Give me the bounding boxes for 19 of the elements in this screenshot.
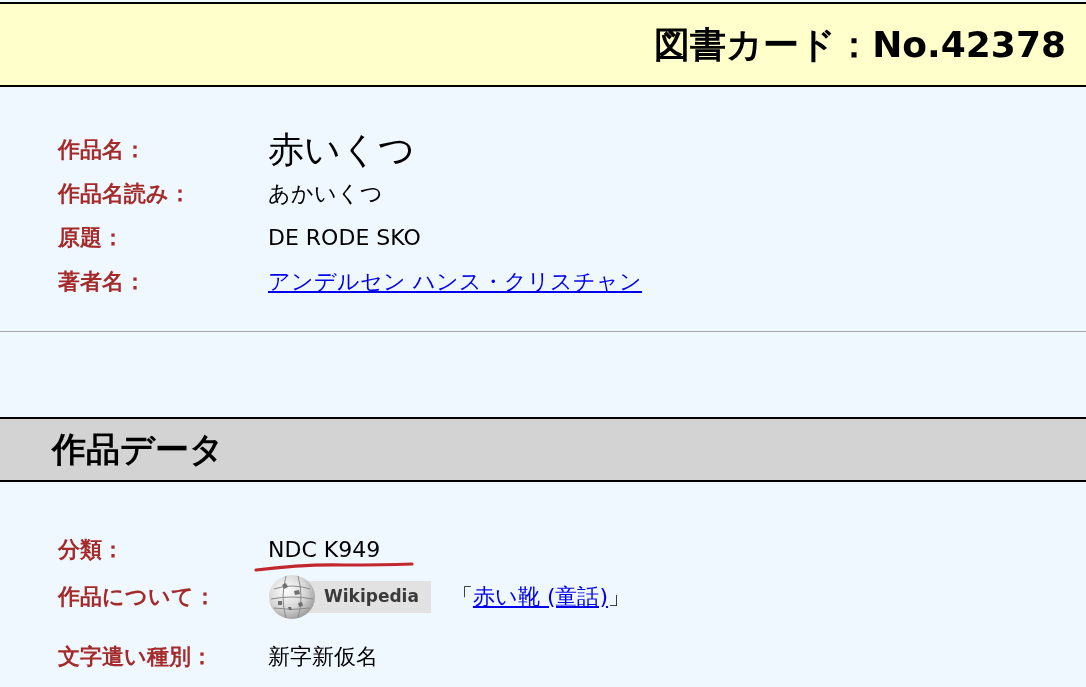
card-title: 図書カード：No.42378 [654, 22, 1066, 67]
section-title: 作品データ [52, 429, 224, 470]
field-value: あかいくつ [268, 179, 383, 208]
field-label: 作品名： [58, 135, 147, 164]
field-label: 著者名： [58, 267, 147, 296]
article-reference: 「赤い靴 (童話)」 [450, 582, 631, 611]
field-value: DE RODE SKO [268, 223, 421, 252]
field-value: 新字新仮名 [268, 642, 378, 671]
field-label: 作品名読み： [58, 179, 192, 208]
field-label: 分類： [58, 535, 125, 564]
author-link[interactable]: アンデルセン ハンス・クリスチャン [268, 268, 642, 294]
wikipedia-badge[interactable]: Wikipedia [268, 575, 431, 619]
work-title: 赤いくつ [268, 128, 415, 172]
field-label: 文字遣い種別： [58, 642, 214, 671]
field-label: 作品について： [58, 582, 217, 611]
field-label: 原題： [58, 223, 125, 252]
article-link[interactable]: 赤い靴 (童話) [472, 583, 609, 609]
globe-icon [268, 575, 316, 619]
field-value: NDC K949 [268, 535, 381, 565]
